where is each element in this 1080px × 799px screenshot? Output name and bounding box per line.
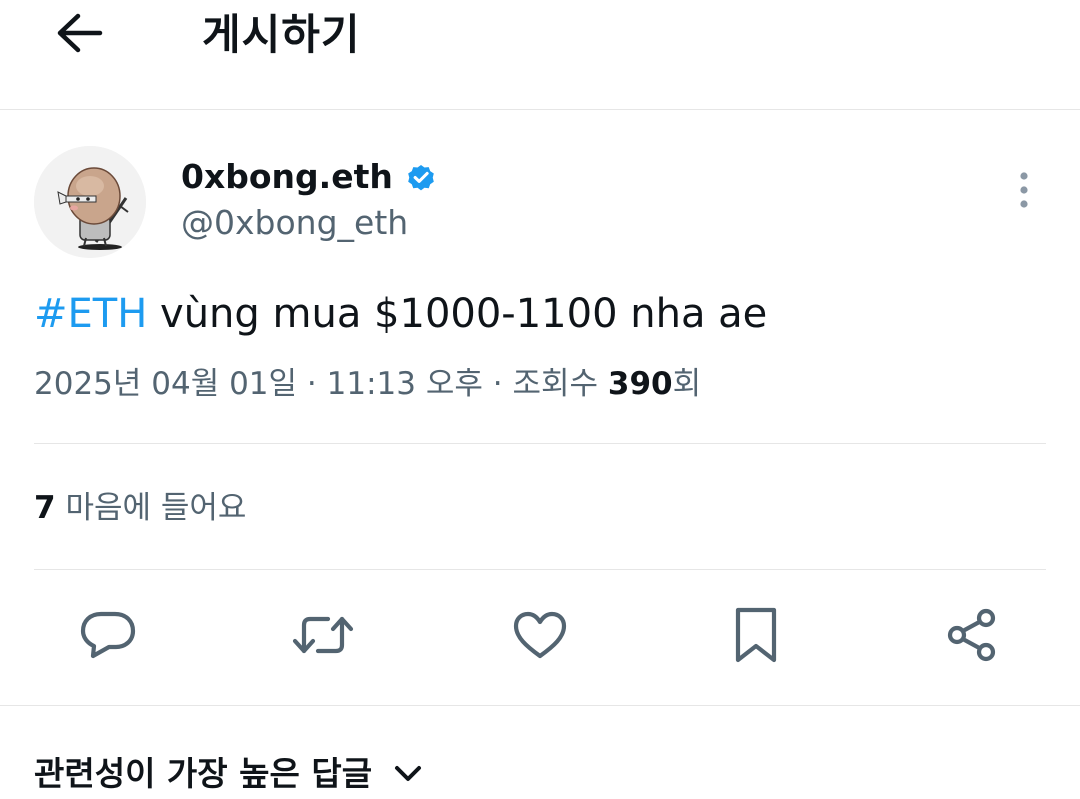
author-handle[interactable]: @0xbong_eth <box>181 202 408 244</box>
tweet-metadata: 2025년 04월 01일 · 11:13 오후 · 조회수 390회 <box>34 363 701 405</box>
reply-button[interactable] <box>76 605 140 669</box>
views-label: 조회수 <box>512 366 599 402</box>
avatar[interactable] <box>34 146 146 258</box>
hashtag-link[interactable]: #ETH <box>34 291 147 337</box>
tweet-body-text: vùng mua $1000-1100 nha ae <box>147 291 768 337</box>
page-title: 게시하기 <box>202 10 361 59</box>
likes-count: 7 <box>34 490 56 526</box>
tweet-text: #ETH vùng mua $1000-1100 nha ae <box>34 288 767 340</box>
tweet-time: 11:13 오후 <box>326 366 483 402</box>
author-display-name[interactable]: 0xbong.eth <box>181 156 437 198</box>
bookmark-button[interactable] <box>724 605 788 669</box>
replies-sort-label: 관련성이 가장 높은 답글 <box>34 754 373 793</box>
share-button[interactable] <box>940 605 1004 669</box>
meta-separator: · <box>492 366 503 402</box>
retweet-icon <box>292 611 354 663</box>
share-icon <box>945 608 999 666</box>
replies-sort-dropdown[interactable]: 관련성이 가장 높은 답글 <box>34 752 422 796</box>
views-count: 390 <box>607 366 673 402</box>
likes-label: 마음에 들어요 <box>65 490 247 526</box>
reply-icon <box>79 610 137 664</box>
more-options-button[interactable] <box>1004 170 1044 214</box>
mascot-avatar <box>34 146 146 258</box>
tweet-date: 2025년 04월 01일 <box>34 366 298 402</box>
verified-badge-icon <box>405 161 437 193</box>
top-app-bar: 게시하기 <box>0 0 1080 110</box>
display-name-text: 0xbong.eth <box>181 157 393 196</box>
chevron-down-icon <box>394 765 422 783</box>
more-vertical-icon <box>1018 170 1030 214</box>
heart-icon <box>512 610 568 664</box>
bookmark-icon <box>733 606 779 668</box>
views-suffix: 회 <box>672 366 702 402</box>
divider <box>0 705 1080 706</box>
divider <box>34 569 1046 570</box>
likes-summary[interactable]: 7 마음에 들어요 <box>34 487 246 529</box>
arrow-left-icon <box>56 13 104 57</box>
divider <box>34 443 1046 444</box>
retweet-button[interactable] <box>291 605 355 669</box>
back-button[interactable] <box>52 12 108 58</box>
like-button[interactable] <box>508 605 572 669</box>
meta-separator: · <box>306 366 317 402</box>
